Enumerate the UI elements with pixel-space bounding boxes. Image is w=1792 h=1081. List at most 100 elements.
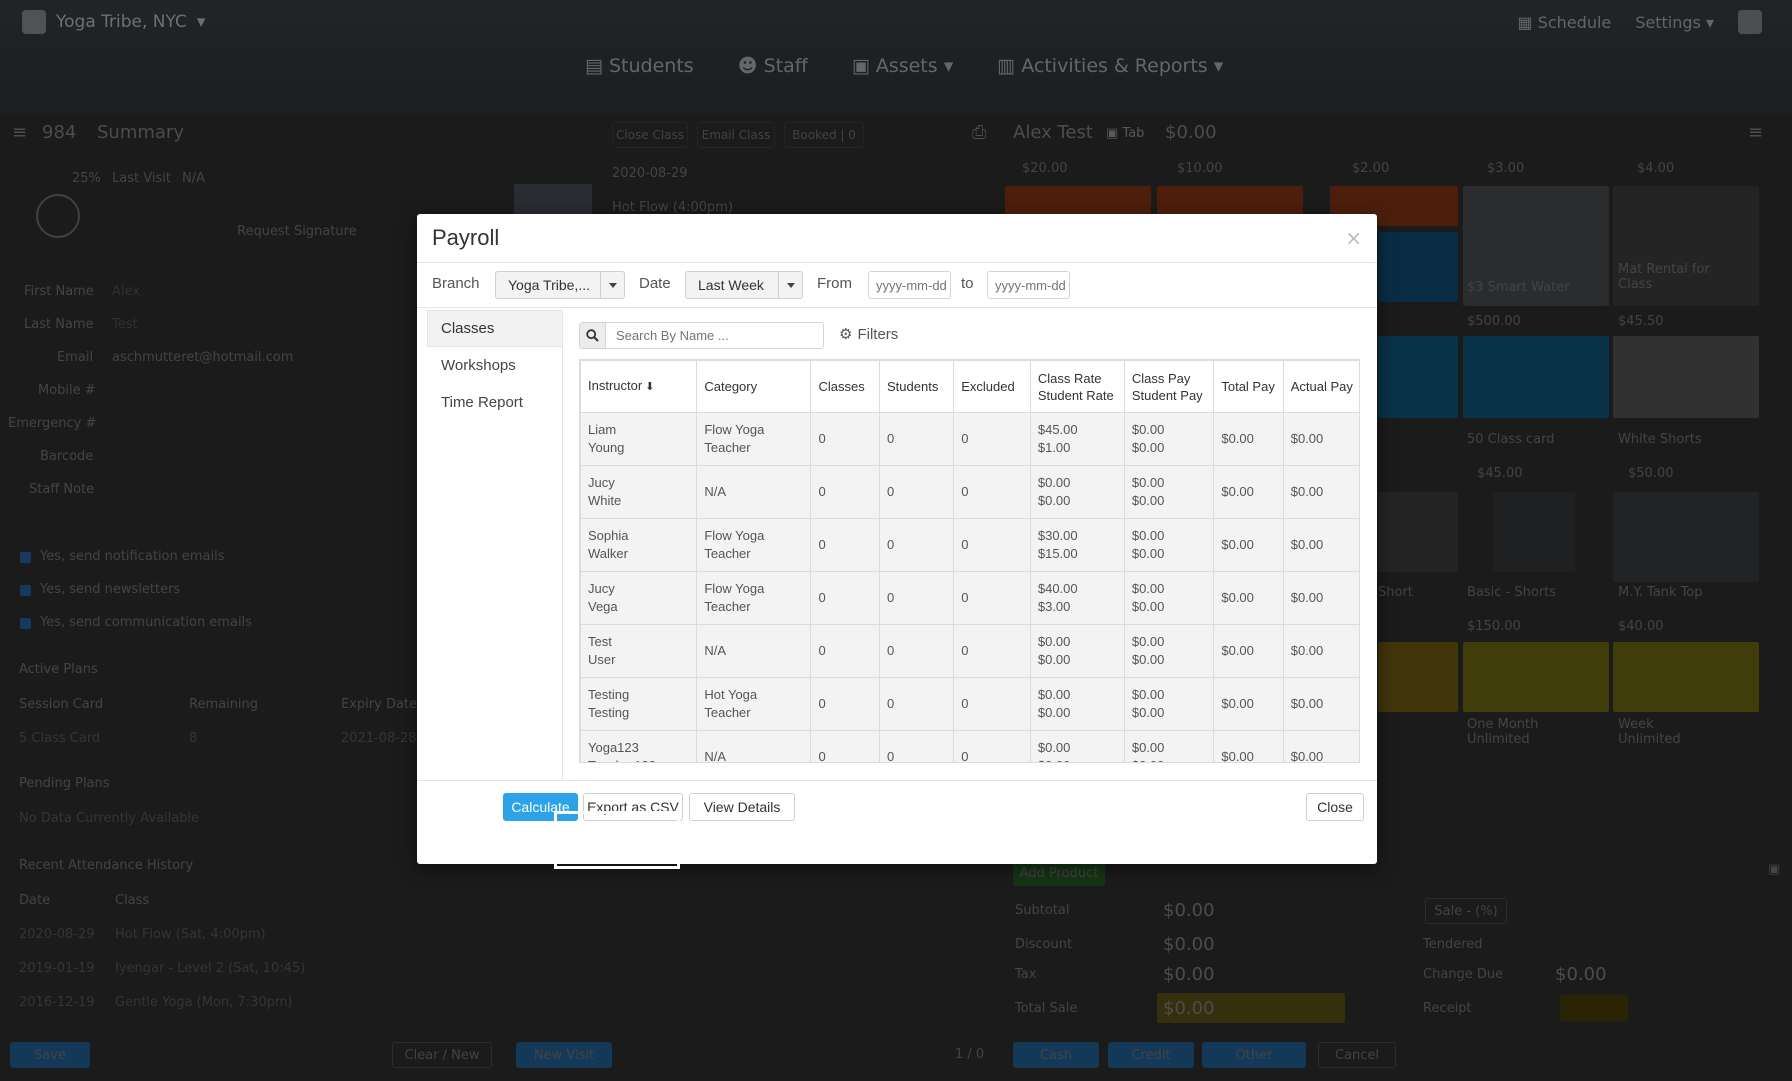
rate-cell: $0.00 $0.00 (1029, 624, 1125, 678)
header-label: Student Pay (1131, 387, 1203, 403)
total-pay-cell: $0.00 (1213, 412, 1284, 466)
category-cell-line: N/A (704, 643, 727, 658)
rate-cell: $40.00 $3.00 (1029, 571, 1125, 625)
instructor-cell-line: Testing (588, 705, 630, 720)
excluded-cell: 0 (953, 677, 1031, 731)
sort-down-icon[interactable]: ⬇ (642, 381, 654, 393)
pay-cell-line: $0.00 (1131, 740, 1165, 755)
filters-label: Filters (857, 325, 899, 343)
table-row[interactable]: Jucy White N/A 0 0 0 $0.00 $0.00 $0.00 $0.00 $0.00… (580, 465, 1359, 519)
category-cell: N/A (696, 465, 812, 519)
close-icon[interactable]: × (1345, 226, 1362, 250)
excluded-cell: 0 (953, 412, 1031, 466)
pay-cell: $0.00 $0.00 (1123, 624, 1215, 678)
instructor-cell-line: Vega (588, 599, 618, 614)
table-row[interactable]: Testing Testing Hot Yoga Teacher 0 0 0 $0.00 $0.… (580, 677, 1359, 731)
instructor-cell: Liam Young (580, 412, 698, 466)
table-row[interactable]: Liam Young Flow Yoga Teacher 0 0 0 $45.00 $1.00 $… (580, 412, 1359, 466)
instructor-cell-line: Jucy (588, 475, 615, 490)
pay-cell-line: $0.00 (1131, 422, 1165, 437)
category-cell-line: Teacher (704, 705, 751, 720)
table-row[interactable]: Sophia Walker Flow Yoga Teacher 0 0 0 $30.00 $15… (580, 518, 1359, 572)
instructor-cell-line: Jucy (588, 581, 615, 596)
rate-cell-line: $0.00 (1037, 705, 1071, 720)
rate-cell-line: $40.00 (1037, 581, 1078, 596)
column-header: Class Rate Student Rate (1029, 360, 1125, 413)
rate-cell: $30.00 $15.00 (1029, 518, 1125, 572)
category-cell-line: Flow Yoga (704, 581, 765, 596)
column-header: Actual Pay (1282, 360, 1359, 413)
pay-cell-line: $0.00 (1131, 652, 1165, 667)
column-header: Classes (810, 360, 881, 413)
rate-cell: $0.00 $0.00 (1029, 465, 1125, 519)
header-label: Actual Pay (1290, 379, 1353, 394)
students-cell: 0 (879, 624, 955, 678)
date-select[interactable]: Last Week (685, 271, 803, 299)
modal-title: Payroll (432, 225, 500, 250)
payroll-table: Instructor ⬇ Category Classes Students Exclu… (580, 360, 1359, 762)
close-button[interactable]: Close (1306, 793, 1364, 821)
payroll-table-wrapper[interactable]: Instructor ⬇ Category Classes Students Exclu… (579, 359, 1360, 763)
table-row[interactable]: Test User N/A 0 0 0 $0.00 $0.00 $0.00 $0.00 $0.00 $… (580, 624, 1359, 678)
to-date-input[interactable] (987, 271, 1070, 299)
filters-button[interactable]: ⚙ Filters (839, 325, 899, 344)
from-date-input[interactable] (868, 271, 951, 299)
header-label: Instructor (588, 378, 643, 393)
pay-cell-line: $0.00 (1131, 546, 1165, 561)
branch-select[interactable]: Yoga Tribe,... (495, 271, 625, 299)
rate-cell-line: $0.00 (1037, 687, 1071, 702)
instructor-cell-line: Test (588, 634, 612, 649)
calculate-button[interactable]: Calculate (503, 793, 578, 821)
table-row[interactable]: Jucy Vega Flow Yoga Teacher 0 0 0 $40.00 $3.00 $0… (580, 571, 1359, 625)
column-header: Category (696, 360, 812, 413)
pay-cell-line: $0.00 (1131, 528, 1165, 543)
category-cell-line: Flow Yoga (704, 528, 765, 543)
header-label: Class Pay (1131, 370, 1191, 386)
pay-cell-line: $0.00 (1131, 440, 1165, 455)
instructor-cell-line: User (588, 652, 616, 667)
rate-cell-line: $0.00 (1037, 652, 1071, 667)
rate-cell-line: $15.00 (1037, 546, 1078, 561)
classes-cell: 0 (810, 571, 881, 625)
side-item-time-report[interactable]: Time Report (427, 384, 562, 421)
instructor-cell: Jucy Vega (580, 571, 698, 625)
instructor-cell: Sophia Walker (580, 518, 698, 572)
modal-header: Payroll × (417, 214, 1377, 263)
classes-cell: 0 (810, 677, 881, 731)
excluded-cell: 0 (953, 624, 1031, 678)
students-cell: 0 (879, 677, 955, 731)
export-csv-button[interactable]: Export as CSV (583, 793, 683, 821)
header-label: Category (704, 379, 758, 394)
view-details-button[interactable]: View Details (689, 793, 795, 821)
rate-cell-line: $30.00 (1037, 528, 1078, 543)
classes-cell: 0 (810, 412, 881, 466)
excluded-cell: 0 (953, 730, 1031, 762)
rate-cell-line: $1.00 (1037, 440, 1071, 455)
rate-cell: $45.00 $1.00 (1029, 412, 1125, 466)
table-body: Liam Young Flow Yoga Teacher 0 0 0 $45.00 $1.00 $… (580, 412, 1359, 762)
header-label: Excluded (961, 379, 1015, 394)
instructor-cell-line: Testing (588, 687, 630, 702)
search-icon (580, 323, 606, 348)
instructor-cell-line: Teacher123 (588, 757, 689, 762)
header-label: Students (887, 379, 939, 394)
instructor-cell-line: Liam (588, 422, 617, 437)
table-row[interactable]: Yoga123Teacher123N/A000$0.00$0.00$0.00$0… (580, 730, 1359, 762)
instructor-cell-line: Sophia (588, 528, 629, 543)
side-item-classes[interactable]: Classes (427, 310, 562, 347)
actual-pay-cell: $0.00 (1282, 730, 1359, 762)
rate-cell-line: $0.00 (1037, 493, 1071, 508)
pay-cell-line: $0.00 (1131, 493, 1165, 508)
column-header-instructor[interactable]: Instructor ⬇ (580, 360, 698, 413)
rate-cell-line: $0.00 (1037, 740, 1071, 755)
side-divider (562, 310, 563, 780)
actual-pay-cell: $0.00 (1282, 677, 1359, 731)
header-label: Total Pay (1221, 379, 1275, 394)
students-cell: 0 (879, 518, 955, 572)
category-cell: Flow Yoga Teacher (696, 412, 812, 466)
instructor-cell: Yoga123 Teacher123 (580, 730, 698, 762)
search-input[interactable] (606, 323, 823, 348)
students-cell: 0 (879, 571, 955, 625)
side-item-workshops[interactable]: Workshops (427, 347, 562, 384)
rate-cell-line: $0.00 (1038, 757, 1117, 762)
